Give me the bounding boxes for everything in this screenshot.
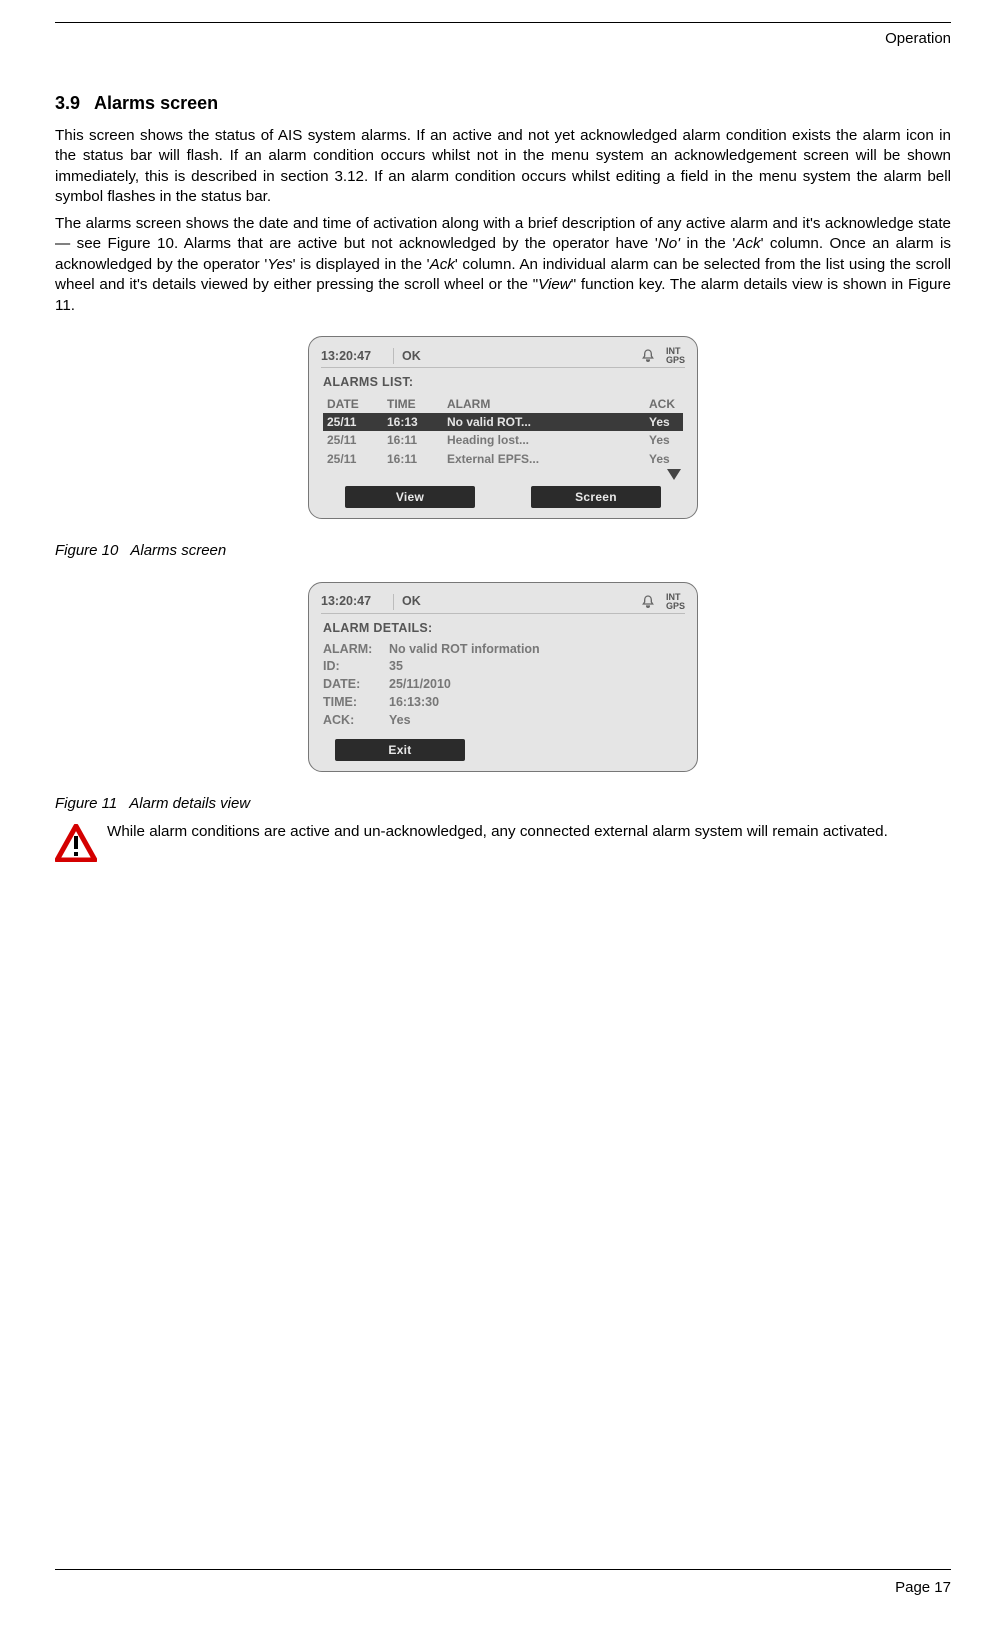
- label-date: DATE:: [323, 676, 389, 693]
- value-alarm: No valid ROT information: [389, 641, 683, 658]
- bell-icon: [640, 348, 656, 364]
- col-date: DATE: [323, 395, 383, 413]
- figure-10-caption: Figure 10Alarms screen: [55, 541, 951, 561]
- screen-button[interactable]: Screen: [531, 486, 661, 508]
- page-number: Page 17: [55, 1578, 951, 1598]
- status-time: 13:20:47: [321, 593, 385, 610]
- screen-title: ALARMS LIST:: [323, 374, 683, 391]
- alarm-details: ALARM:No valid ROT information ID:35 DAT…: [323, 641, 683, 729]
- scroll-down-icon[interactable]: [667, 469, 681, 480]
- footer-rule: [55, 1569, 951, 1570]
- screen-title: ALARM DETAILS:: [323, 620, 683, 637]
- col-alarm: ALARM: [443, 395, 645, 413]
- device-screen: 13:20:47 OK INT GPS ALARM DETAILS: ALARM…: [308, 582, 698, 772]
- value-time: 16:13:30: [389, 694, 683, 711]
- value-ack: Yes: [389, 712, 683, 729]
- figure-10: 13:20:47 OK INT GPS ALARMS LIST: DATE TI…: [55, 336, 951, 519]
- figure-11: 13:20:47 OK INT GPS ALARM DETAILS: ALARM…: [55, 582, 951, 772]
- status-bar: 13:20:47 OK INT GPS: [321, 347, 685, 368]
- header-section-label: Operation: [55, 29, 951, 49]
- header-rule: [55, 22, 951, 23]
- status-ok: OK: [402, 593, 421, 610]
- table-header-row: DATE TIME ALARM ACK: [323, 395, 683, 413]
- col-ack: ACK: [645, 395, 683, 413]
- function-keys: View Screen: [321, 486, 685, 508]
- col-time: TIME: [383, 395, 443, 413]
- table-row[interactable]: 25/11 16:13 No valid ROT... Yes: [323, 413, 683, 431]
- device-screen: 13:20:47 OK INT GPS ALARMS LIST: DATE TI…: [308, 336, 698, 519]
- figure-11-caption: Figure 11Alarm details view: [55, 794, 951, 814]
- screen-body: ALARM DETAILS: ALARM:No valid ROT inform…: [321, 614, 685, 735]
- screen-body: ALARMS LIST: DATE TIME ALARM ACK 25/11 1…: [321, 368, 685, 482]
- label-alarm: ALARM:: [323, 641, 389, 658]
- status-bar: 13:20:47 OK INT GPS: [321, 593, 685, 614]
- section-number: 3.9: [55, 91, 80, 115]
- section-heading: 3.9 Alarms screen: [55, 91, 951, 115]
- body-paragraph-1: This screen shows the status of AIS syst…: [55, 126, 951, 208]
- status-separator: [393, 594, 394, 610]
- status-separator: [393, 348, 394, 364]
- status-gps: INT GPS: [666, 593, 685, 611]
- status-time: 13:20:47: [321, 348, 385, 365]
- warning-text: While alarm conditions are active and un…: [107, 822, 951, 843]
- body-paragraph-2: The alarms screen shows the date and tim…: [55, 214, 951, 317]
- alarms-table: DATE TIME ALARM ACK 25/11 16:13 No valid…: [323, 395, 683, 468]
- value-date: 25/11/2010: [389, 676, 683, 693]
- bell-icon: [640, 594, 656, 610]
- warning-note: While alarm conditions are active and un…: [55, 822, 951, 869]
- label-time: TIME:: [323, 694, 389, 711]
- label-ack: ACK:: [323, 712, 389, 729]
- exit-button[interactable]: Exit: [335, 739, 465, 761]
- label-id: ID:: [323, 658, 389, 675]
- warning-icon: [55, 824, 97, 869]
- value-id: 35: [389, 658, 683, 675]
- function-keys: Exit: [321, 739, 685, 761]
- page-footer: Page 17: [55, 1569, 951, 1598]
- status-ok: OK: [402, 348, 421, 365]
- status-gps: INT GPS: [666, 347, 685, 365]
- table-row[interactable]: 25/11 16:11 Heading lost... Yes: [323, 431, 683, 449]
- section-title-text: Alarms screen: [94, 93, 218, 113]
- view-button[interactable]: View: [345, 486, 475, 508]
- table-row[interactable]: 25/11 16:11 External EPFS... Yes: [323, 450, 683, 468]
